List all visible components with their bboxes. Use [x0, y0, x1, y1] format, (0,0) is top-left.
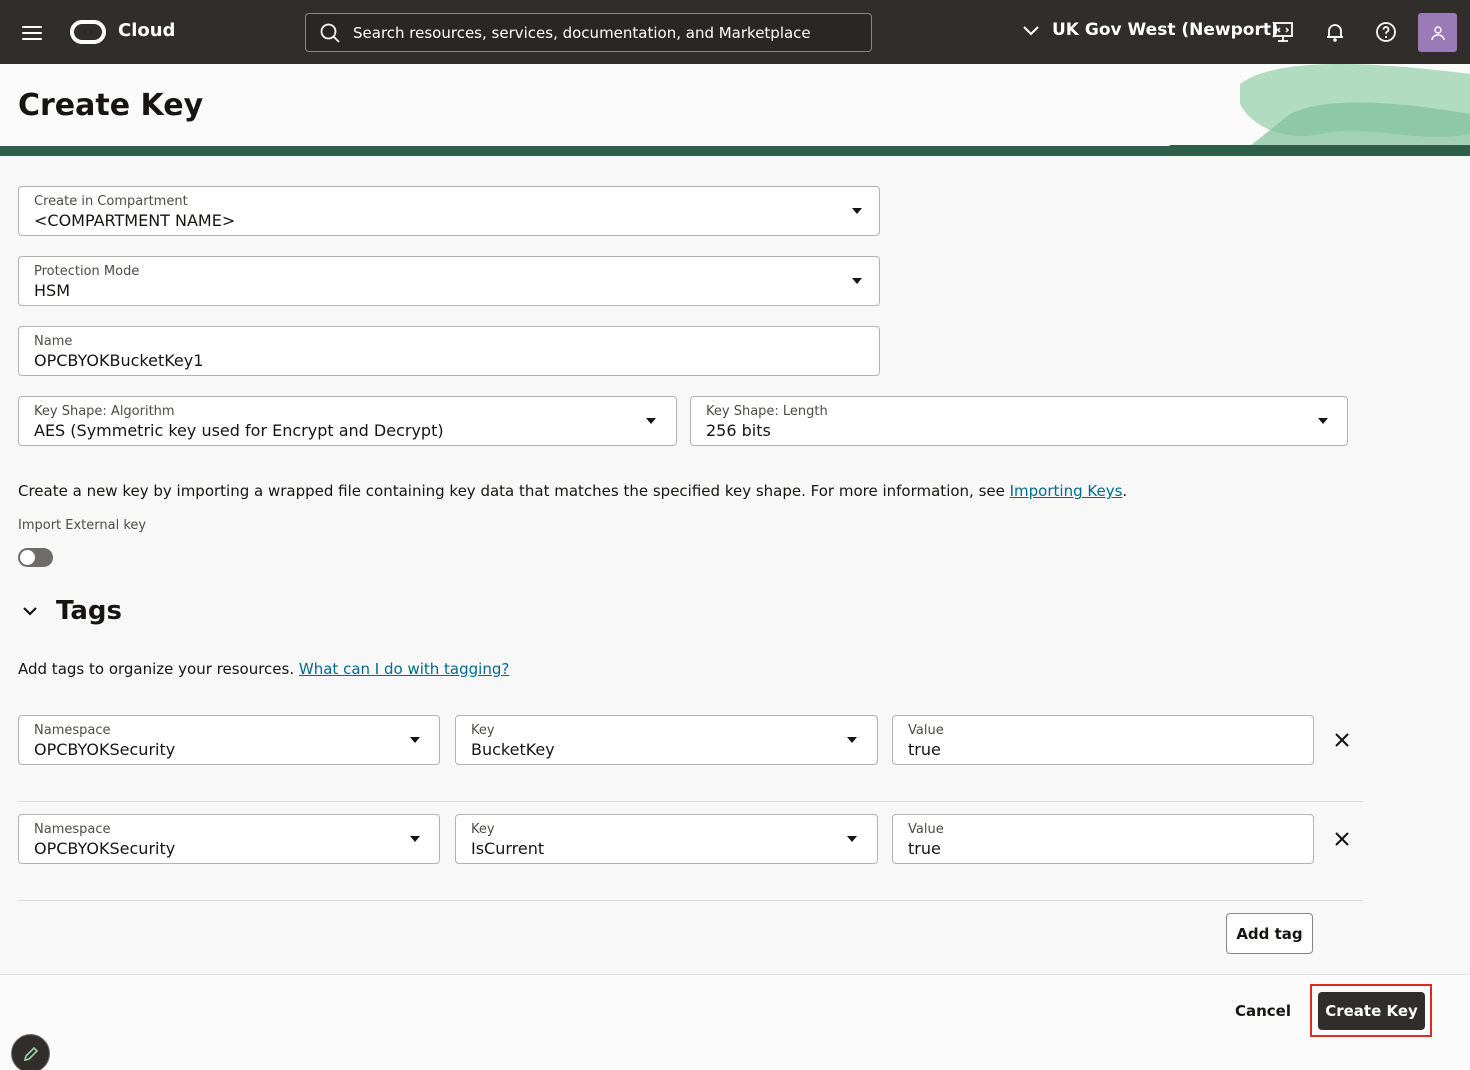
edit-feedback-button[interactable] — [11, 1034, 50, 1070]
chevron-down-icon — [1023, 26, 1039, 36]
length-label: Key Shape: Length — [706, 404, 828, 419]
tag-key-select[interactable]: Key IsCurrent — [455, 814, 878, 864]
close-icon[interactable] — [1333, 731, 1351, 749]
key-label: Key — [471, 723, 495, 738]
cancel-button[interactable]: Cancel — [1226, 1000, 1300, 1022]
caret-down-icon — [852, 208, 862, 214]
header-decoration-strip — [0, 146, 1470, 156]
tagging-help-link[interactable]: What can I do with tagging? — [299, 660, 509, 678]
toggle-knob — [20, 550, 35, 565]
region-label: UK Gov West (Newport) — [1052, 20, 1279, 40]
caret-down-icon — [852, 278, 862, 284]
user-avatar[interactable] — [1418, 13, 1457, 52]
region-selector[interactable]: UK Gov West (Newport) — [1022, 20, 1279, 40]
protection-mode-select[interactable]: Protection Mode HSM — [18, 256, 880, 306]
tag-value-field[interactable]: Value true — [892, 814, 1314, 864]
caret-down-icon — [847, 836, 857, 842]
search-input[interactable] — [353, 23, 853, 42]
tag-namespace-select[interactable]: Namespace OPCBYOKSecurity — [18, 715, 440, 765]
caret-down-icon — [847, 737, 857, 743]
name-field[interactable]: Name OPCBYOKBucketKey1 — [18, 326, 880, 376]
add-tag-button[interactable]: Add tag — [1226, 913, 1313, 954]
brand-name[interactable]: Cloud — [118, 20, 175, 41]
page-title: Create Key — [18, 88, 204, 123]
tag-row-divider — [18, 900, 1363, 901]
compartment-label: Create in Compartment — [34, 194, 188, 209]
create-key-highlight: Create Key — [1310, 984, 1432, 1037]
key-value: IsCurrent — [471, 839, 545, 858]
algorithm-label: Key Shape: Algorithm — [34, 404, 175, 419]
create-key-button[interactable]: Create Key — [1318, 992, 1425, 1030]
value-label: Value — [908, 822, 944, 837]
hamburger-icon[interactable] — [22, 26, 42, 40]
value-text[interactable]: true — [908, 839, 941, 858]
compartment-select[interactable]: Create in Compartment <COMPARTMENT NAME> — [18, 186, 880, 236]
namespace-value: OPCBYOKSecurity — [34, 839, 176, 858]
caret-down-icon — [410, 836, 420, 842]
import-info: Create a new key by importing a wrapped … — [18, 482, 1010, 500]
import-info-text: Create a new key by importing a wrapped … — [18, 482, 1127, 500]
import-external-key-label: Import External key — [18, 518, 147, 533]
tags-description: Add tags to organize your resources. Wha… — [18, 660, 509, 678]
help-icon[interactable] — [1374, 20, 1398, 44]
algorithm-value: AES (Symmetric key used for Encrypt and … — [34, 421, 444, 440]
import-info-period: . — [1122, 482, 1128, 500]
name-value[interactable]: OPCBYOKBucketKey1 — [34, 351, 203, 370]
search-box[interactable] — [305, 13, 872, 52]
bell-icon[interactable] — [1323, 20, 1347, 44]
caret-down-icon — [410, 737, 420, 743]
importing-keys-link[interactable]: Importing Keys — [1010, 482, 1123, 500]
import-external-key-toggle[interactable] — [18, 548, 53, 567]
form-footer — [0, 974, 1470, 1070]
chevron-down-icon[interactable] — [21, 604, 39, 618]
key-label: Key — [471, 822, 495, 837]
header-decoration — [1170, 64, 1470, 147]
tag-row-divider — [18, 801, 1363, 802]
top-navigation-bar: Cloud UK Gov West (Newport) — [0, 0, 1470, 64]
protection-mode-label: Protection Mode — [34, 264, 140, 279]
value-text[interactable]: true — [908, 740, 941, 759]
tags-section-title: Tags — [56, 596, 123, 626]
cloud-logo-icon[interactable] — [70, 20, 106, 44]
value-label: Value — [908, 723, 944, 738]
tag-namespace-select[interactable]: Namespace OPCBYOKSecurity — [18, 814, 440, 864]
key-shape-algorithm-select[interactable]: Key Shape: Algorithm AES (Symmetric key … — [18, 396, 677, 446]
developer-tools-icon[interactable] — [1271, 20, 1295, 44]
length-value: 256 bits — [706, 421, 771, 440]
page-header: Create Key — [0, 64, 1470, 156]
caret-down-icon — [646, 418, 656, 424]
search-icon — [320, 23, 340, 43]
close-icon[interactable] — [1333, 830, 1351, 848]
caret-down-icon — [1318, 418, 1328, 424]
tag-key-select[interactable]: Key BucketKey — [455, 715, 878, 765]
namespace-label: Namespace — [34, 822, 111, 837]
namespace-label: Namespace — [34, 723, 111, 738]
compartment-value: <COMPARTMENT NAME> — [34, 211, 236, 230]
name-label: Name — [34, 334, 73, 349]
tags-description-text: Add tags to organize your resources. — [18, 660, 299, 678]
user-icon — [1430, 25, 1445, 40]
namespace-value: OPCBYOKSecurity — [34, 740, 176, 759]
key-value: BucketKey — [471, 740, 555, 759]
protection-mode-value: HSM — [34, 281, 70, 300]
tag-value-field[interactable]: Value true — [892, 715, 1314, 765]
key-shape-length-select[interactable]: Key Shape: Length 256 bits — [690, 396, 1348, 446]
pencil-icon — [23, 1046, 38, 1061]
